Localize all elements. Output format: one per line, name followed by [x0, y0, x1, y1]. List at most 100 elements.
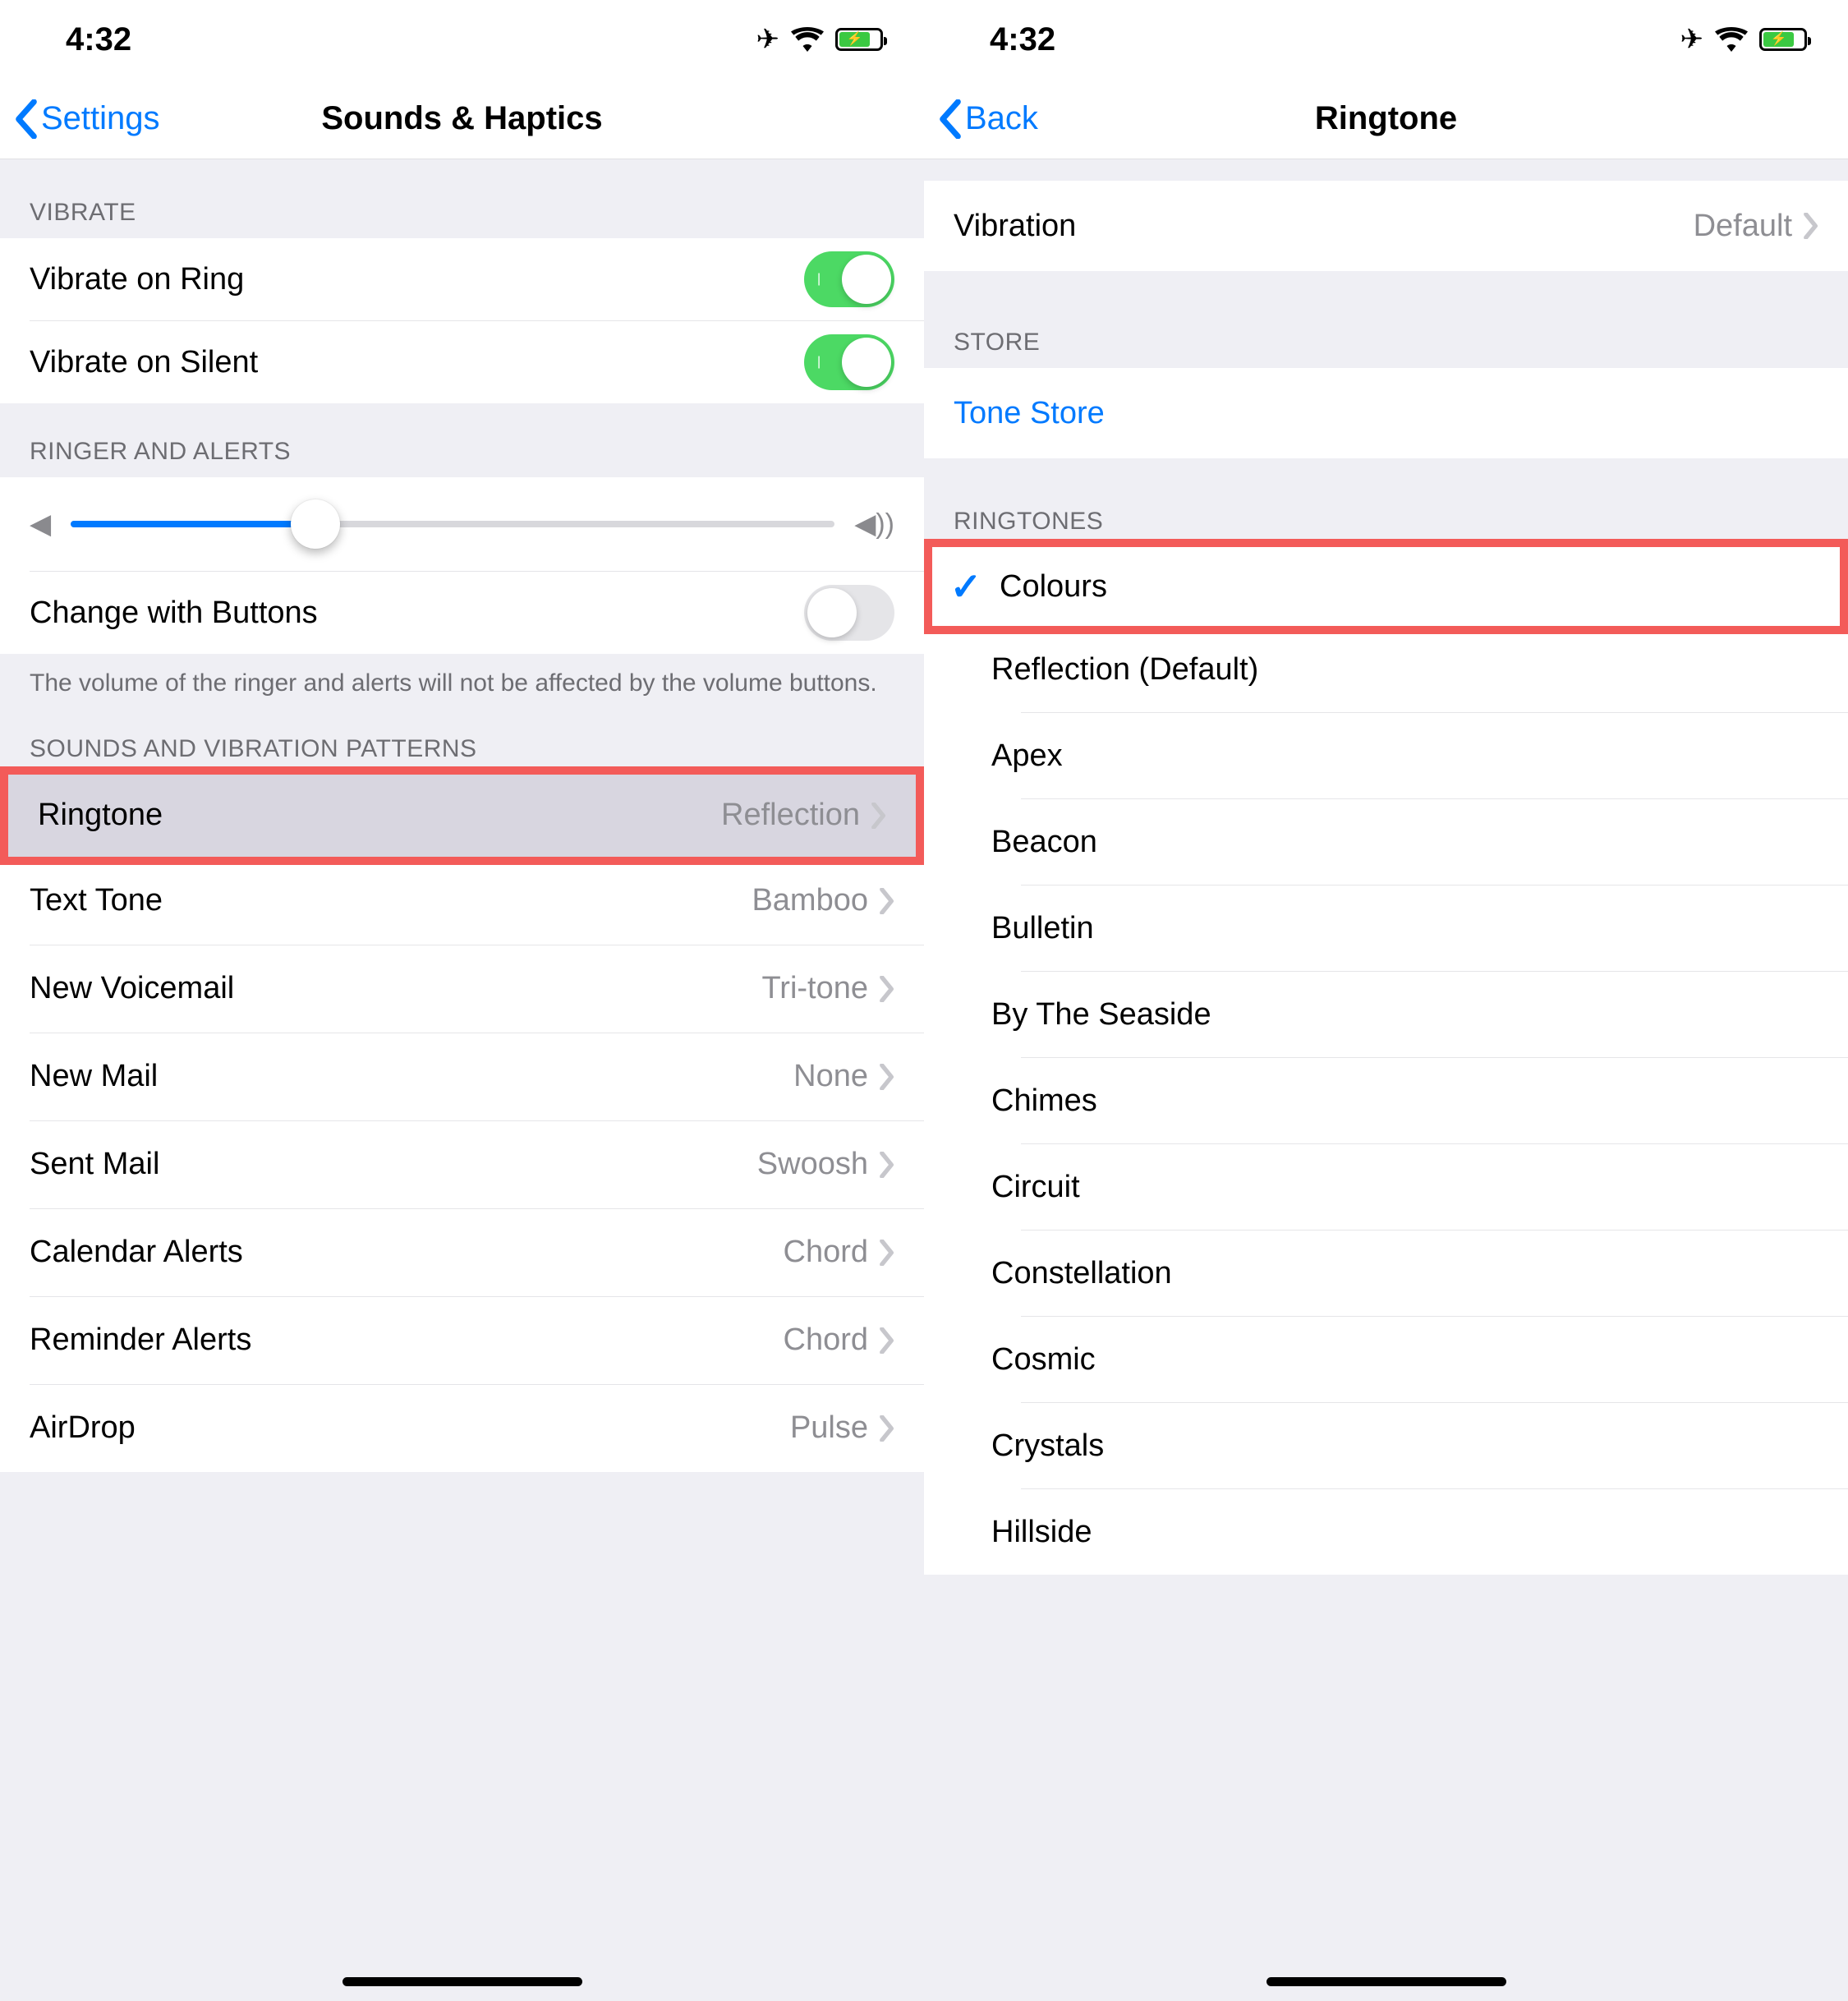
back-button[interactable]: Settings [15, 99, 160, 139]
row-tone-store[interactable]: Tone Store [924, 368, 1848, 458]
row-value: Reflection [721, 798, 860, 833]
battery-icon: ⚡ [835, 28, 883, 51]
row-label: New Voicemail [30, 971, 761, 1006]
row-reminder-alerts[interactable]: Reminder AlertsChord [0, 1297, 924, 1384]
section-header-vibrate: VIBRATE [0, 159, 924, 238]
row-label: AirDrop [30, 1410, 790, 1446]
wifi-icon [791, 26, 824, 53]
wifi-icon [1715, 26, 1748, 53]
row-label: Ringtone [38, 798, 721, 833]
chevron-left-icon [15, 99, 38, 139]
row-sent-mail[interactable]: Sent MailSwoosh [0, 1121, 924, 1208]
ringtone-label: By The Seaside [991, 997, 1818, 1033]
ringtone-label: Constellation [991, 1256, 1818, 1291]
ringtone-by-the-seaside[interactable]: By The Seaside [924, 972, 1848, 1057]
chevron-right-icon [880, 1327, 894, 1354]
home-indicator[interactable] [342, 1977, 582, 1986]
chevron-right-icon [880, 1415, 894, 1442]
screen-sounds-haptics: 4:32 ✈ ⚡ Settings Sounds & Haptics VIBRA… [0, 0, 924, 2001]
chevron-right-icon [871, 803, 886, 829]
ringtone-hillside[interactable]: Hillside [924, 1489, 1848, 1575]
status-icons: ✈ ⚡ [1680, 23, 1808, 56]
navbar: Settings Sounds & Haptics [0, 79, 924, 159]
ringtone-colours[interactable]: ✓ Colours [924, 539, 1848, 634]
chevron-right-icon [1804, 213, 1818, 239]
check-icon: ✓ [950, 564, 982, 609]
selection-mark: ✓ [932, 564, 1000, 609]
content-scroll[interactable]: Vibration Default STORE Tone Store RINGT… [924, 159, 1848, 2001]
status-icons: ✈ ⚡ [756, 23, 884, 56]
back-label: Settings [41, 100, 160, 137]
tone-store-link: Tone Store [954, 396, 1818, 431]
ringtone-label: Reflection (Default) [991, 652, 1818, 688]
row-ringtone[interactable]: RingtoneReflection [0, 766, 924, 865]
row-value: Swoosh [757, 1147, 868, 1182]
chevron-left-icon [939, 99, 962, 139]
chevron-right-icon [880, 976, 894, 1002]
home-indicator[interactable] [1266, 1977, 1506, 1986]
row-label: Reminder Alerts [30, 1322, 784, 1358]
ringtone-label: Colours [1000, 569, 1810, 605]
row-label: Vibration [954, 209, 1694, 244]
back-label: Back [965, 100, 1038, 137]
row-label: New Mail [30, 1059, 793, 1094]
airplane-mode-icon: ✈ [1680, 23, 1704, 56]
content-scroll[interactable]: VIBRATE Vibrate on Ring | Vibrate on Sil… [0, 159, 924, 2001]
volume-high-icon: ◀)) [854, 508, 894, 540]
row-label: Change with Buttons [30, 596, 804, 631]
status-time: 4:32 [990, 21, 1055, 58]
row-change-with-buttons[interactable]: Change with Buttons [0, 572, 924, 654]
section-header-ringer: RINGER AND ALERTS [0, 403, 924, 477]
volume-slider-row: ◀ ◀)) [0, 477, 924, 571]
row-label: Text Tone [30, 883, 752, 918]
patterns-list: RingtoneReflectionText ToneBambooNew Voi… [0, 766, 924, 1472]
screen-ringtone: 4:32 ✈ ⚡ Back Ringtone Vibration Default… [924, 0, 1848, 2001]
ringtone-reflection-default-[interactable]: Reflection (Default) [924, 627, 1848, 712]
ringtone-cosmic[interactable]: Cosmic [924, 1317, 1848, 1402]
row-text-tone[interactable]: Text ToneBamboo [0, 858, 924, 945]
volume-slider[interactable] [71, 521, 834, 527]
row-value: Bamboo [752, 883, 868, 918]
row-label: Calendar Alerts [30, 1235, 784, 1270]
back-button[interactable]: Back [939, 99, 1038, 139]
row-new-voicemail[interactable]: New VoicemailTri-tone [0, 945, 924, 1033]
status-bar: 4:32 ✈ ⚡ [924, 0, 1848, 79]
ringtone-apex[interactable]: Apex [924, 713, 1848, 798]
airplane-mode-icon: ✈ [756, 23, 780, 56]
ringtone-chimes[interactable]: Chimes [924, 1058, 1848, 1143]
volume-footer: The volume of the ringer and alerts will… [0, 654, 924, 712]
row-vibration[interactable]: Vibration Default [924, 181, 1848, 271]
row-value: Pulse [790, 1410, 868, 1446]
ringtone-label: Crystals [991, 1428, 1818, 1464]
row-vibrate-on-silent[interactable]: Vibrate on Silent | [0, 321, 924, 403]
volume-low-icon: ◀ [30, 508, 51, 540]
section-header-patterns: SOUNDS AND VIBRATION PATTERNS [0, 712, 924, 775]
ringtone-label: Chimes [991, 1083, 1818, 1119]
ringtone-beacon[interactable]: Beacon [924, 799, 1848, 885]
toggle-vibrate-on-silent[interactable]: | [804, 334, 894, 390]
ringtone-label: Cosmic [991, 1342, 1818, 1378]
chevron-right-icon [880, 1064, 894, 1090]
row-value: Default [1694, 209, 1792, 244]
row-value: Tri-tone [761, 971, 868, 1006]
ringtone-crystals[interactable]: Crystals [924, 1403, 1848, 1488]
row-label: Sent Mail [30, 1147, 757, 1182]
navbar: Back Ringtone [924, 79, 1848, 159]
ringtone-constellation[interactable]: Constellation [924, 1230, 1848, 1316]
ringtone-circuit[interactable]: Circuit [924, 1144, 1848, 1230]
section-header-store: STORE [924, 271, 1848, 368]
row-new-mail[interactable]: New MailNone [0, 1033, 924, 1120]
row-airdrop[interactable]: AirDropPulse [0, 1385, 924, 1472]
row-calendar-alerts[interactable]: Calendar AlertsChord [0, 1209, 924, 1296]
chevron-right-icon [880, 1240, 894, 1266]
ringtone-bulletin[interactable]: Bulletin [924, 886, 1848, 971]
chevron-right-icon [880, 888, 894, 914]
row-vibrate-on-ring[interactable]: Vibrate on Ring | [0, 238, 924, 320]
toggle-vibrate-on-ring[interactable]: | [804, 251, 894, 307]
chevron-right-icon [880, 1152, 894, 1178]
ringtone-label: Circuit [991, 1170, 1818, 1205]
row-value: Chord [784, 1322, 869, 1358]
row-value: Chord [784, 1235, 869, 1270]
toggle-change-with-buttons[interactable] [804, 585, 894, 641]
battery-icon: ⚡ [1759, 28, 1807, 51]
